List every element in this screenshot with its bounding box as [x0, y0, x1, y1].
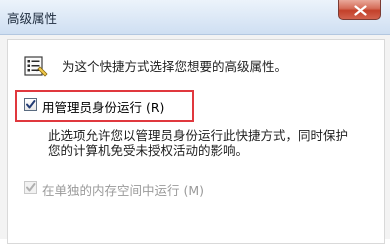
dialog-body: 为这个快捷方式选择您想要的高级属性。 用管理员身份运行 (R) 此选项允许您以管… [0, 35, 390, 244]
run-as-admin-checkbox[interactable] [24, 98, 37, 111]
title-bar[interactable]: 高级属性 [0, 0, 390, 35]
run-as-admin-label[interactable]: 用管理员身份运行 (R) [42, 97, 164, 116]
window-title: 高级属性 [7, 11, 58, 26]
options-panel: 为这个快捷方式选择您想要的高级属性。 用管理员身份运行 (R) 此选项允许您以管… [7, 39, 385, 244]
description-line: 此选项允许您以管理员身份运行此快捷方式，同时保护 [48, 128, 349, 143]
separate-memory-label[interactable]: 在单独的内存空间中运行 (M) [42, 180, 204, 199]
shortcut-properties-icon [24, 56, 48, 77]
run-as-admin-description: 此选项允许您以管理员身份运行此快捷方式，同时保护 您的计算机免受未授权活动的影响… [48, 128, 348, 158]
checkmark-icon [26, 100, 36, 109]
separate-memory-checkbox[interactable] [24, 181, 37, 194]
description-line: 您的计算机免受未授权活动的影响。 [48, 143, 249, 158]
close-icon [354, 5, 367, 16]
close-button[interactable] [338, 0, 381, 20]
dialog-instruction: 为这个快捷方式选择您想要的高级属性。 [62, 59, 288, 74]
checkmark-icon [26, 183, 36, 192]
